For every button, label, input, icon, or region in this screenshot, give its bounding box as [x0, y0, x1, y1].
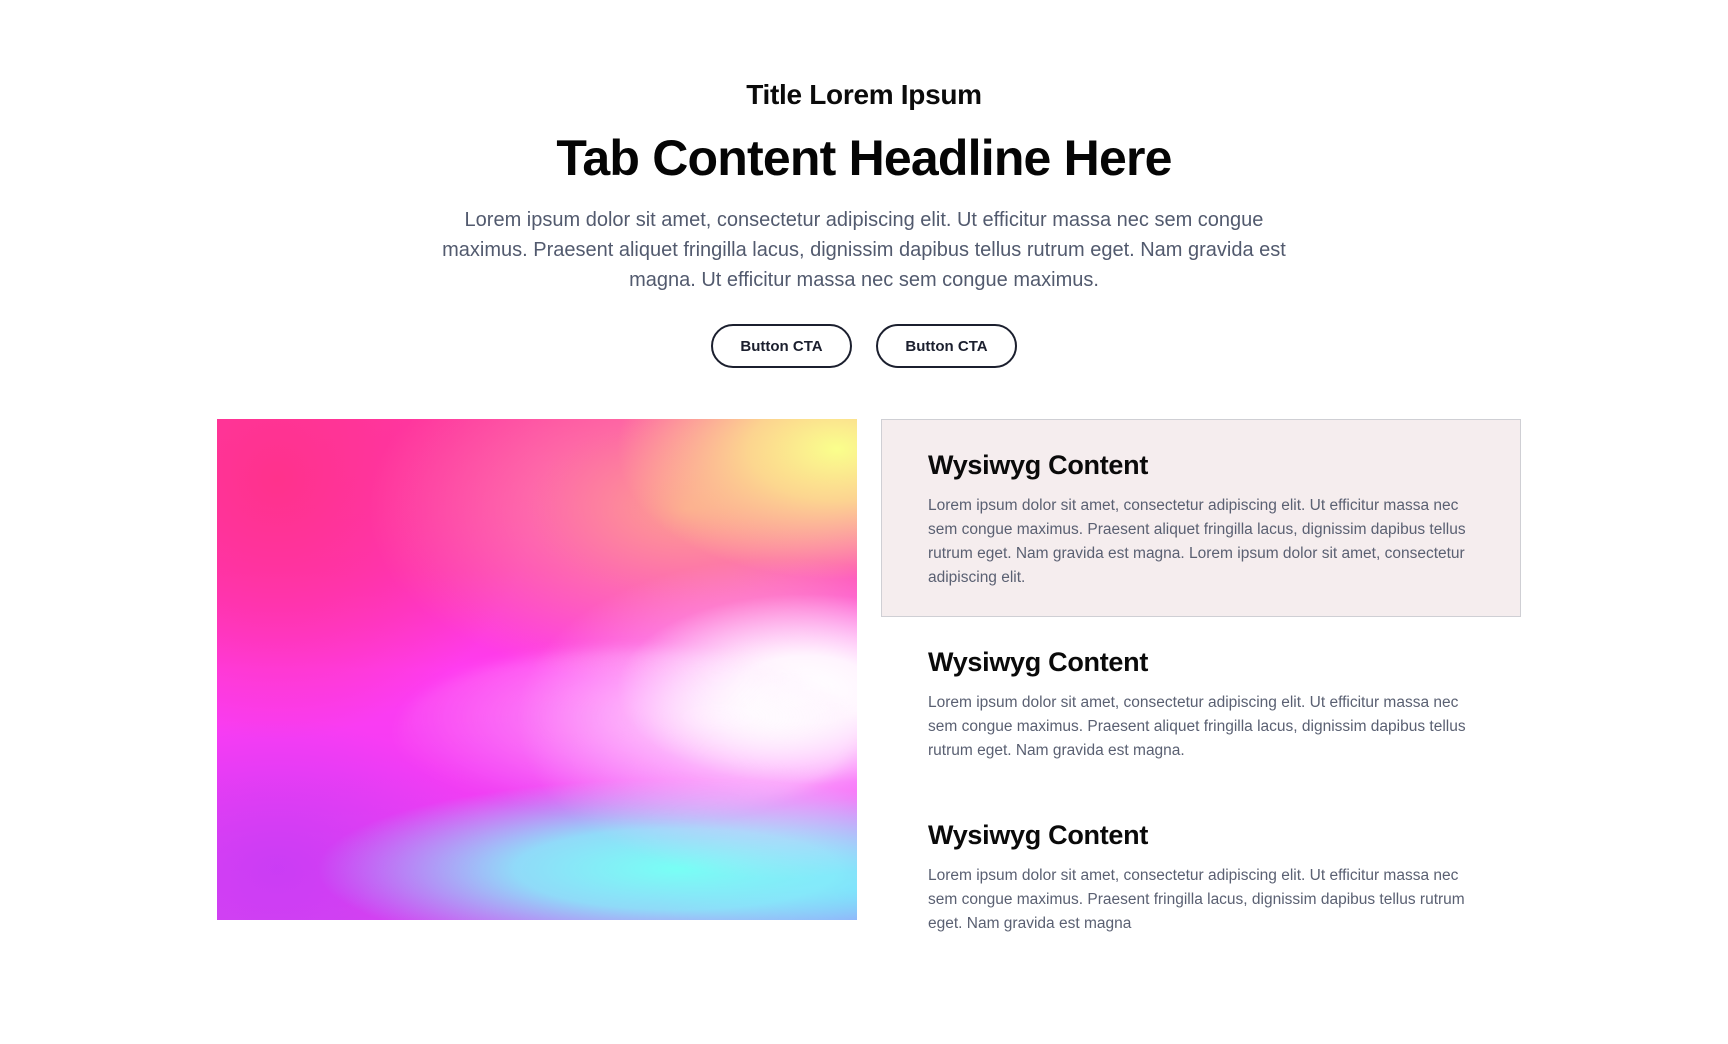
tab-content-list: Wysiwyg Content Lorem ipsum dolor sit am…	[881, 419, 1521, 963]
section-eyebrow-title: Title Lorem Ipsum	[746, 79, 982, 110]
page-headline: Tab Content Headline Here	[556, 130, 1172, 186]
tab-item-3[interactable]: Wysiwyg Content Lorem ipsum dolor sit am…	[881, 816, 1521, 963]
tab-item-body: Lorem ipsum dolor sit amet, consectetur …	[928, 497, 1466, 586]
tab-item-title: Wysiwyg Content	[928, 450, 1149, 480]
primary-cta-button[interactable]: Button CTA	[711, 324, 852, 368]
tab-item-1[interactable]: Wysiwyg Content Lorem ipsum dolor sit am…	[881, 419, 1521, 617]
gradient-feature-image	[217, 419, 857, 920]
secondary-cta-button[interactable]: Button CTA	[876, 324, 1017, 368]
cta-button-group: Button CTA Button CTA	[0, 324, 1728, 368]
intro-paragraph: Lorem ipsum dolor sit amet, consectetur …	[442, 209, 1286, 291]
tab-item-title: Wysiwyg Content	[928, 647, 1149, 677]
tab-item-title: Wysiwyg Content	[928, 820, 1149, 850]
tab-item-body: Lorem ipsum dolor sit amet, consectetur …	[928, 694, 1466, 759]
tab-item-2[interactable]: Wysiwyg Content Lorem ipsum dolor sit am…	[881, 617, 1521, 790]
tab-item-body: Lorem ipsum dolor sit amet, consectetur …	[928, 867, 1465, 932]
